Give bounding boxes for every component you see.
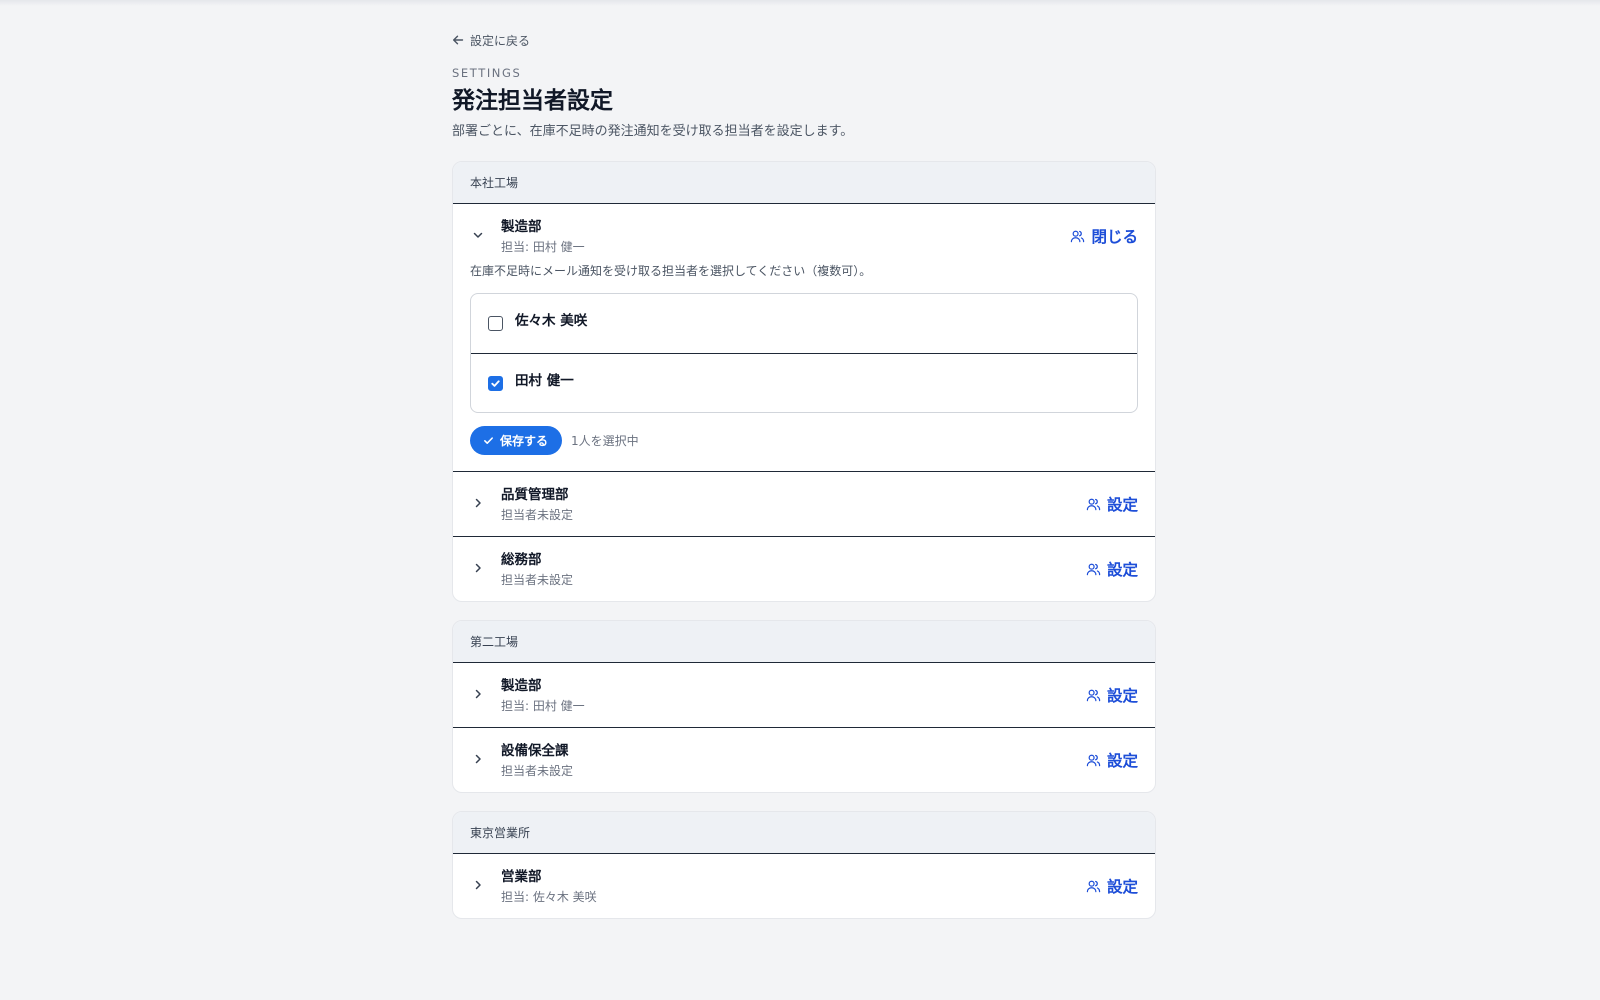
department-row[interactable]: 品質管理部 担当者未設定 設定 (453, 472, 1155, 536)
save-button-label: 保存する (500, 434, 549, 448)
assignee-list: 佐々木 美咲 田村 健一 (470, 293, 1138, 413)
department-row[interactable]: 製造部 担当: 田村 健一 閉じる (453, 204, 1155, 268)
check-icon (484, 437, 493, 444)
location-card: 本社工場 製造部 担当: 田村 健一 閉じる 在庫不足時にメール通知を受け取る担… (452, 161, 1156, 602)
department-assignee: 担当: 田村 健一 (501, 239, 585, 254)
assignee-option[interactable]: 佐々木 美咲 (471, 294, 1137, 353)
assignee-checkbox[interactable] (488, 376, 503, 391)
users-icon (1086, 689, 1101, 701)
configure-button[interactable]: 設定 (1086, 749, 1138, 771)
department-item: 製造部 担当: 田村 健一 設定 (453, 663, 1155, 728)
page-title: 発注担当者設定 (452, 88, 613, 114)
location-card: 東京営業所 営業部 担当: 佐々木 美咲 設定 (452, 811, 1156, 919)
department-row[interactable]: 総務部 担当者未設定 設定 (453, 537, 1155, 601)
users-icon (1086, 563, 1101, 575)
configure-button-label: 設定 (1106, 687, 1138, 705)
assignee-panel: 在庫不足時にメール通知を受け取る担当者を選択してください（複数可）。 佐々木 美… (453, 262, 1155, 471)
assignee-name: 田村 健一 (515, 373, 574, 389)
department-name: 総務部 (501, 551, 542, 568)
department-assignee: 担当: 佐々木 美咲 (501, 889, 597, 904)
department-assignee: 担当者未設定 (501, 572, 574, 587)
department-item: 設備保全課 担当者未設定 設定 (453, 728, 1155, 792)
back-to-settings-link[interactable]: 設定に戻る (452, 28, 1156, 52)
back-link-label: 設定に戻る (470, 33, 531, 48)
department-item: 総務部 担当者未設定 設定 (453, 537, 1155, 601)
department-row[interactable]: 製造部 担当: 田村 健一 設定 (453, 663, 1155, 727)
configure-button[interactable]: 設定 (1086, 493, 1138, 515)
configure-button-label: 設定 (1106, 496, 1138, 514)
users-icon (1086, 880, 1101, 892)
department-assignee: 担当者未設定 (501, 507, 574, 522)
checkmark-icon (491, 380, 500, 387)
configure-button[interactable]: 設定 (1086, 558, 1138, 580)
chevron-right-icon[interactable] (471, 752, 487, 768)
assignee-hint: 在庫不足時にメール通知を受け取る担当者を選択してください（複数可）。 (470, 264, 872, 278)
assignee-option[interactable]: 田村 健一 (471, 353, 1137, 412)
settings-page: 設定に戻る SETTINGS 発注担当者設定 部署ごとに、在庫不足時の発注通知を… (452, 28, 1156, 919)
users-icon (1071, 230, 1085, 242)
configure-button[interactable]: 設定 (1086, 875, 1138, 897)
configure-button-label: 設定 (1106, 561, 1138, 579)
department-name: 設備保全課 (501, 742, 569, 759)
department-row[interactable]: 営業部 担当: 佐々木 美咲 設定 (453, 854, 1155, 918)
department-item: 製造部 担当: 田村 健一 閉じる 在庫不足時にメール通知を受け取る担当者を選択… (453, 204, 1155, 472)
users-icon (1086, 498, 1101, 510)
top-edge-shadow (0, 0, 1600, 6)
assignee-checkbox[interactable] (488, 316, 503, 331)
department-assignee: 担当: 田村 健一 (501, 698, 585, 713)
department-name: 営業部 (501, 868, 542, 885)
close-button[interactable]: 閉じる (1070, 225, 1138, 247)
chevron-down-icon[interactable] (471, 228, 487, 244)
department-name: 製造部 (501, 218, 542, 235)
location-card: 第二工場 製造部 担当: 田村 健一 設定 設備保全課 担当者未設定 設定 (452, 620, 1156, 793)
configure-button-label: 設定 (1106, 752, 1138, 770)
close-button-label: 閉じる (1091, 228, 1138, 246)
save-button[interactable]: 保存する (470, 426, 563, 455)
users-icon (1086, 754, 1101, 766)
assignee-name: 佐々木 美咲 (515, 313, 588, 329)
chevron-right-icon[interactable] (471, 496, 487, 512)
department-item: 営業部 担当: 佐々木 美咲 設定 (453, 854, 1155, 918)
department-row[interactable]: 設備保全課 担当者未設定 設定 (453, 728, 1155, 792)
department-assignee: 担当者未設定 (501, 763, 574, 778)
department-name: 品質管理部 (501, 486, 569, 503)
location-name: 第二工場 (453, 621, 1155, 663)
chevron-right-icon[interactable] (471, 878, 487, 894)
location-name: 東京営業所 (453, 812, 1155, 854)
selection-count: 1人を選択中 (571, 434, 639, 448)
configure-button[interactable]: 設定 (1086, 684, 1138, 706)
department-name: 製造部 (501, 677, 542, 694)
chevron-right-icon[interactable] (471, 687, 487, 703)
arrow-left-icon (453, 35, 464, 45)
location-name: 本社工場 (453, 162, 1155, 204)
configure-button-label: 設定 (1106, 878, 1138, 896)
chevron-right-icon[interactable] (471, 561, 487, 577)
page-description: 部署ごとに、在庫不足時の発注通知を受け取る担当者を設定します。 (452, 124, 854, 139)
department-item: 品質管理部 担当者未設定 設定 (453, 472, 1155, 537)
section-eyebrow: SETTINGS (452, 66, 522, 80)
